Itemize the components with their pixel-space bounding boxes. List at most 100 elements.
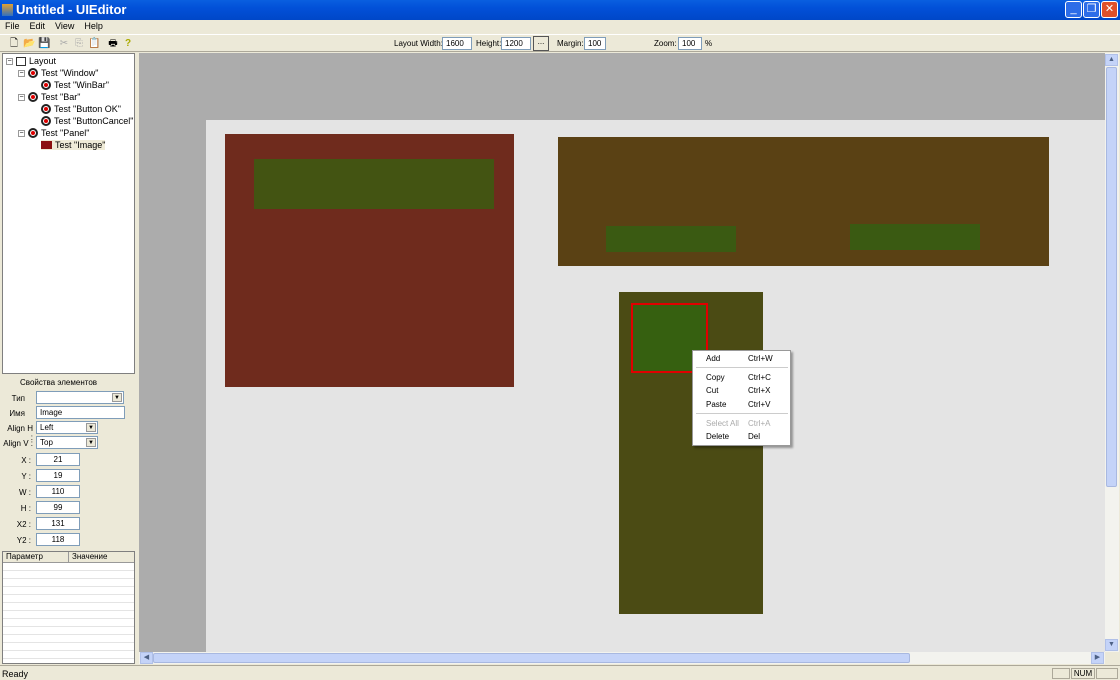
column-value[interactable]: Значение bbox=[69, 552, 107, 562]
horizontal-scrollbar[interactable]: ◀ ▶ bbox=[139, 652, 1105, 664]
print-icon[interactable]: 🖶 bbox=[107, 38, 119, 50]
menu-item-select-all: Select All bbox=[706, 419, 739, 428]
y2-label: Y2 : bbox=[16, 536, 31, 545]
menu-separator bbox=[696, 367, 788, 368]
help-icon[interactable]: ? bbox=[122, 38, 134, 50]
image-icon bbox=[41, 141, 52, 149]
title-bar: Untitled - UIEditor bbox=[0, 0, 1120, 20]
vertical-scroll-thumb[interactable] bbox=[1106, 67, 1117, 487]
app-icon bbox=[2, 4, 13, 16]
type-select[interactable]: ▼ bbox=[36, 391, 124, 404]
shortcut-paste: Ctrl+V bbox=[748, 400, 771, 409]
close-button[interactable]: ✕ bbox=[1101, 1, 1118, 18]
menu-item-add[interactable]: Add bbox=[706, 354, 720, 363]
tree-label: Test "Bar" bbox=[41, 92, 81, 102]
layout-icon bbox=[16, 56, 26, 66]
shortcut-cut: Ctrl+X bbox=[748, 386, 771, 395]
x-input[interactable]: 21 bbox=[36, 453, 80, 466]
x-label: X : bbox=[21, 456, 31, 465]
scroll-down-icon[interactable]: ▼ bbox=[1105, 639, 1118, 651]
chevron-down-icon[interactable]: ▼ bbox=[112, 393, 122, 402]
zoom-input[interactable]: 100 bbox=[678, 37, 702, 50]
tree-node-panel[interactable]: − Test "Panel" bbox=[18, 128, 89, 138]
restore-button[interactable]: ❐ bbox=[1083, 1, 1100, 18]
grid-header: Параметр Значение bbox=[3, 552, 134, 563]
menu-view[interactable]: View bbox=[50, 20, 79, 34]
margin-label: Margin: bbox=[557, 39, 584, 48]
menu-item-copy[interactable]: Copy bbox=[706, 373, 725, 382]
shortcut-add: Ctrl+W bbox=[748, 354, 773, 363]
element-icon bbox=[28, 68, 38, 78]
status-num: NUM bbox=[1071, 668, 1095, 679]
browse-button[interactable]: ... bbox=[533, 36, 549, 51]
align-v-label: Align V : bbox=[3, 439, 33, 448]
collapse-icon[interactable]: − bbox=[18, 93, 25, 101]
tree-label: Layout bbox=[29, 56, 57, 66]
element-button-cancel[interactable] bbox=[850, 224, 980, 250]
menu-item-cut[interactable]: Cut bbox=[706, 386, 718, 395]
status-pane-caps bbox=[1052, 668, 1070, 679]
x2-input[interactable]: 131 bbox=[36, 517, 80, 530]
menu-help[interactable]: Help bbox=[79, 20, 108, 34]
h-input[interactable]: 99 bbox=[36, 501, 80, 514]
margin-input[interactable]: 100 bbox=[584, 37, 606, 50]
y-input[interactable]: 19 bbox=[36, 469, 80, 482]
y-label: Y : bbox=[21, 472, 31, 481]
save-icon[interactable]: 💾 bbox=[38, 38, 50, 50]
menu-bar: File Edit View Help bbox=[0, 20, 1120, 34]
layout-width-input[interactable]: 1600 bbox=[442, 37, 472, 50]
tree-node-window[interactable]: − Test "Window" bbox=[18, 68, 98, 78]
element-icon bbox=[28, 92, 38, 102]
toolbar: 🗋 📂 💾 ✂ ⎘ 📋 🖶 ? Layout Width: 1600 Heigh… bbox=[0, 34, 1120, 52]
name-input[interactable]: Image bbox=[36, 406, 125, 419]
element-winbar[interactable] bbox=[254, 159, 494, 209]
tree-node-winbar[interactable]: Test "WinBar" bbox=[41, 80, 109, 90]
horizontal-scroll-thumb[interactable] bbox=[153, 653, 910, 663]
menu-edit[interactable]: Edit bbox=[25, 20, 51, 34]
parameter-grid: Параметр Значение bbox=[2, 551, 135, 664]
element-icon bbox=[28, 128, 38, 138]
open-folder-icon[interactable]: 📂 bbox=[23, 38, 35, 50]
align-h-select[interactable]: Left ▼ bbox=[36, 421, 98, 434]
element-button-ok[interactable] bbox=[606, 226, 736, 252]
properties-panel: Свойства элементов Тип ▼ Имя Image Align… bbox=[0, 375, 138, 551]
element-icon bbox=[41, 80, 51, 90]
cut-icon[interactable]: ✂ bbox=[58, 38, 70, 50]
tree-node-button-ok[interactable]: Test "Button OK" bbox=[41, 104, 121, 114]
status-bar: Ready NUM bbox=[0, 665, 1120, 680]
tree-label: Test "Image" bbox=[55, 140, 106, 150]
minimize-button[interactable]: _ bbox=[1065, 1, 1082, 18]
menu-item-paste[interactable]: Paste bbox=[706, 400, 726, 409]
x2-label: X2 : bbox=[16, 520, 31, 529]
new-file-icon[interactable]: 🗋 bbox=[8, 38, 20, 50]
tree-node-image[interactable]: Test "Image" bbox=[41, 140, 106, 150]
w-label: W : bbox=[19, 488, 31, 497]
y2-input[interactable]: 118 bbox=[36, 533, 80, 546]
align-v-select[interactable]: Top ▼ bbox=[36, 436, 98, 449]
paste-icon[interactable]: 📋 bbox=[88, 38, 100, 50]
element-icon bbox=[41, 116, 51, 126]
height-input[interactable]: 1200 bbox=[501, 37, 531, 50]
chevron-down-icon[interactable]: ▼ bbox=[86, 423, 96, 432]
copy-icon[interactable]: ⎘ bbox=[73, 38, 85, 50]
type-label: Тип bbox=[11, 394, 25, 403]
zoom-unit: % bbox=[705, 39, 713, 48]
tree-root[interactable]: − Layout bbox=[6, 56, 56, 66]
vertical-scrollbar[interactable]: ▲ ▼ bbox=[1105, 53, 1119, 652]
scroll-right-icon[interactable]: ▶ bbox=[1091, 652, 1104, 664]
collapse-icon[interactable]: − bbox=[18, 129, 25, 137]
status-text: Ready bbox=[2, 669, 29, 679]
chevron-down-icon[interactable]: ▼ bbox=[86, 438, 96, 447]
scroll-left-icon[interactable]: ◀ bbox=[140, 652, 153, 664]
align-h-value: Left bbox=[40, 423, 54, 432]
tree-node-bar[interactable]: − Test "Bar" bbox=[18, 92, 80, 102]
tree-node-button-cancel[interactable]: Test "ButtonCancel" bbox=[41, 116, 133, 126]
menu-item-delete[interactable]: Delete bbox=[706, 432, 729, 441]
collapse-icon[interactable]: − bbox=[18, 69, 25, 77]
menu-file[interactable]: File bbox=[0, 20, 25, 34]
w-input[interactable]: 110 bbox=[36, 485, 80, 498]
column-parameter[interactable]: Параметр bbox=[3, 552, 69, 562]
scroll-up-icon[interactable]: ▲ bbox=[1105, 54, 1118, 66]
design-canvas[interactable] bbox=[139, 53, 1105, 652]
collapse-icon[interactable]: − bbox=[6, 57, 13, 65]
